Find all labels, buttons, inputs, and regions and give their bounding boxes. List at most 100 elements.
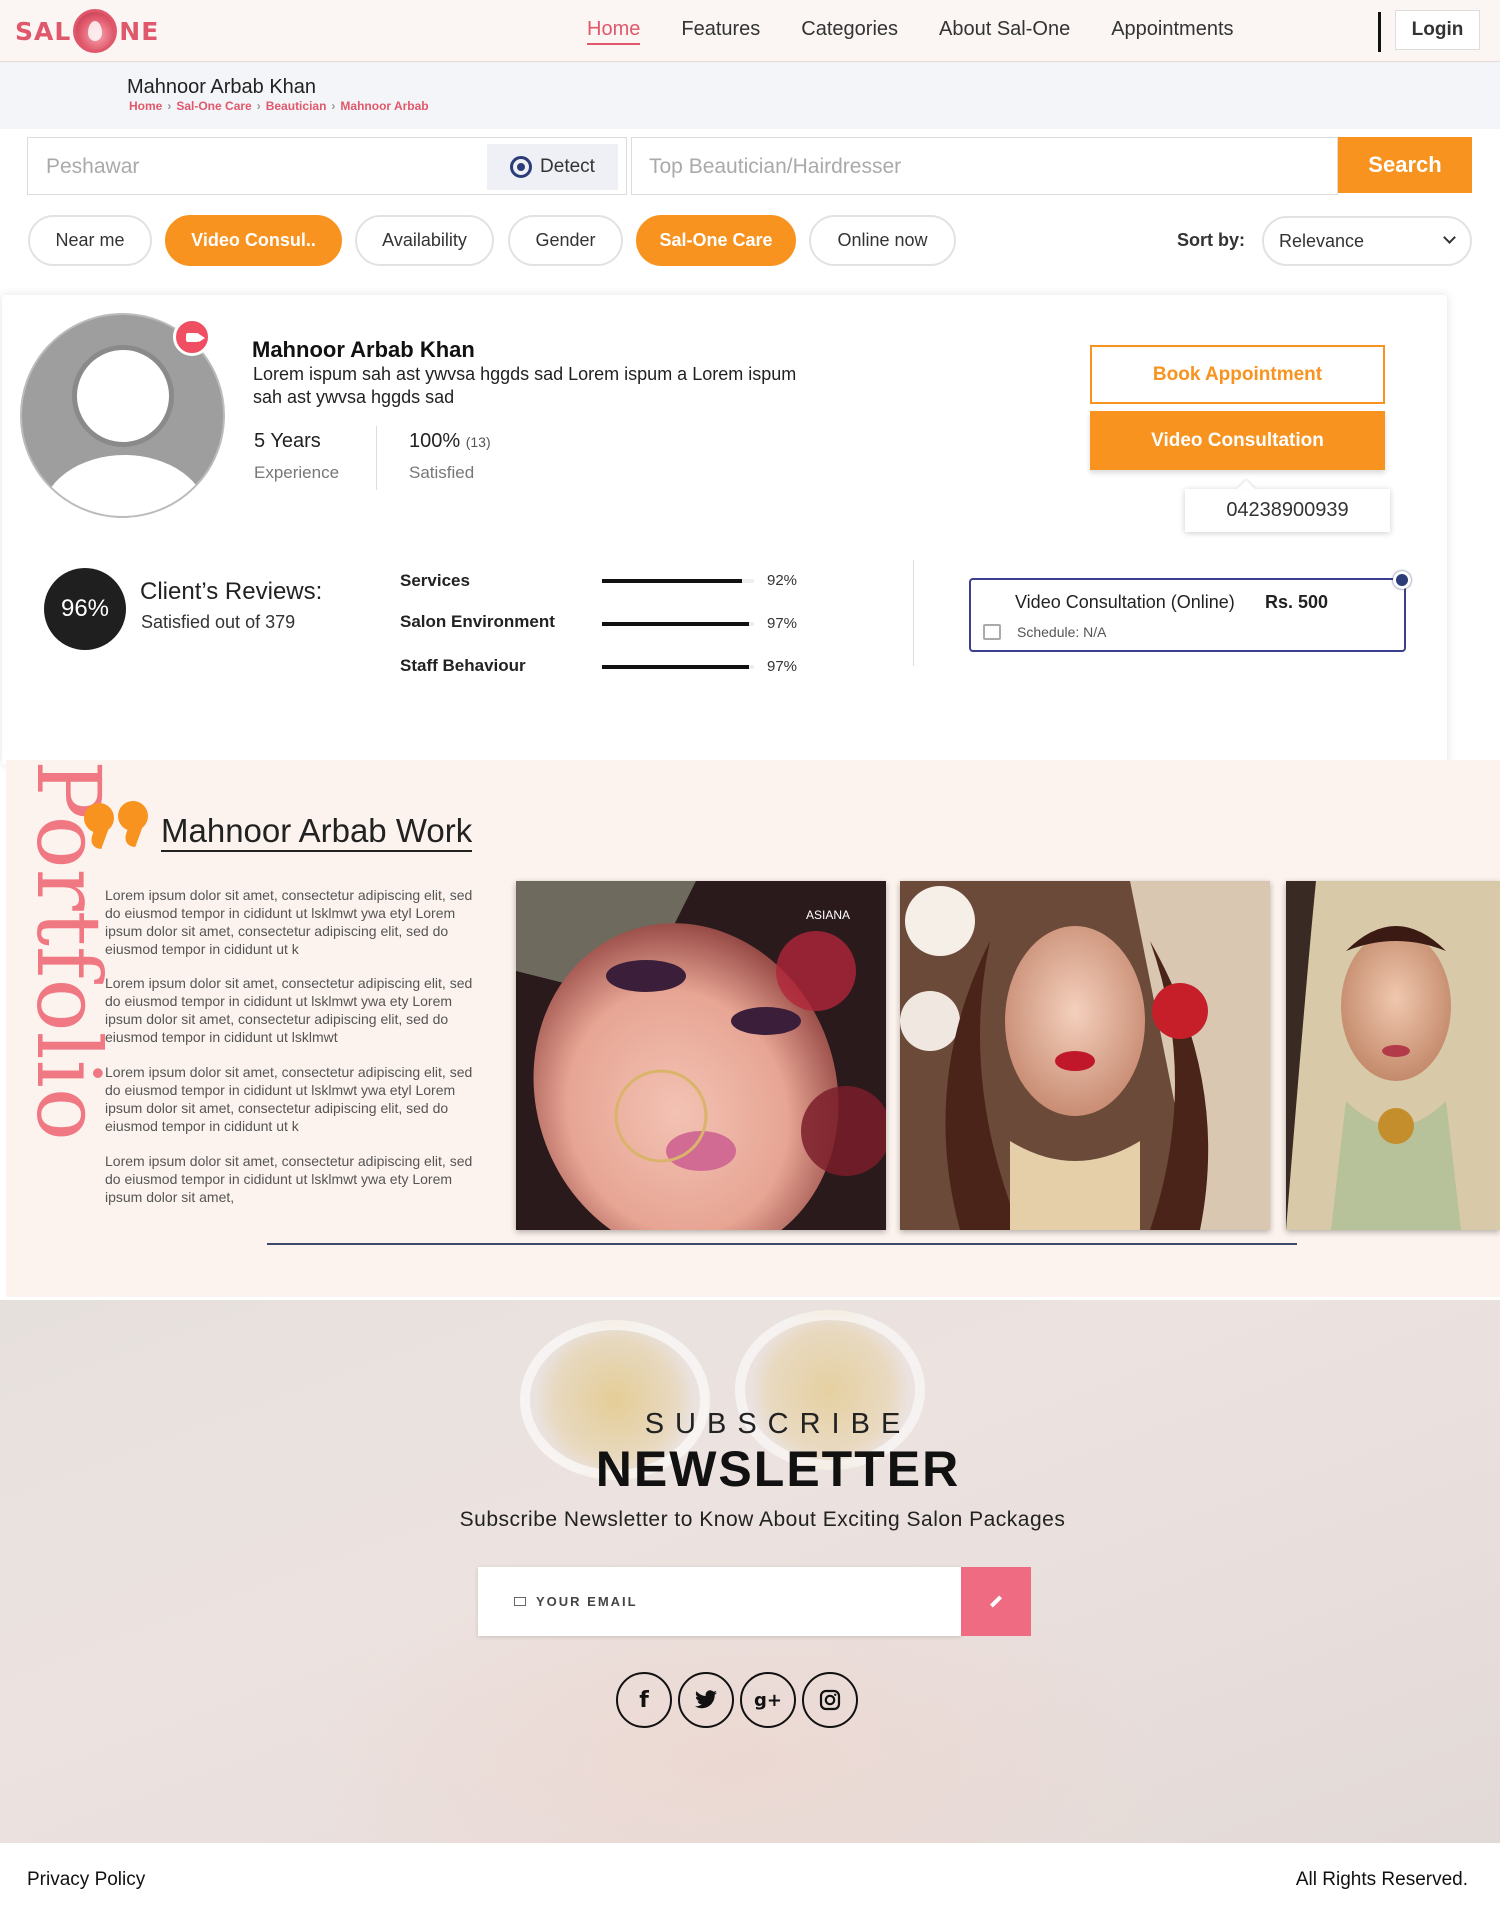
stat-divider [376,426,377,490]
newsletter-description: Subscribe Newsletter to Know About Excit… [459,1508,1066,1531]
breadcrumb-salone-care[interactable]: Sal-One Care [176,99,251,113]
google-plus-icon[interactable]: g+ [740,1672,796,1728]
portfolio-photo-3[interactable] [1286,881,1500,1230]
logo-text-left: SAL [15,16,72,46]
pencil-icon [989,1595,1003,1608]
nav-links: Home Features Categories About Sal-One A… [587,18,1275,45]
facebook-icon[interactable]: f [616,1672,672,1728]
detect-label: Detect [540,156,595,177]
chip-online-now[interactable]: Online now [809,215,956,266]
twitter-icon[interactable] [678,1672,734,1728]
nav-features[interactable]: Features [681,18,760,45]
chip-availability[interactable]: Availability [355,215,494,266]
search-button[interactable]: Search [1338,137,1472,193]
review-percent-badge: 96% [44,568,126,650]
newsletter-title: NEWSLETTER [595,1441,961,1497]
portfolio-title: Mahnoor Arbab Work [161,812,473,852]
nav-about[interactable]: About Sal-One [939,18,1070,45]
satisfied-label: Satisfied [409,463,475,482]
location-input[interactable]: Peshawar [46,155,139,179]
chevron-down-icon [1443,231,1456,244]
bar-percent-staff-behaviour: 97% [767,658,798,675]
subscribe-button[interactable] [961,1567,1031,1636]
sort-value: Relevance [1279,230,1365,251]
video-consultation-button[interactable]: Video Consultation [1090,411,1385,470]
portfolio-paragraph: Lorem ipsum dolor sit amet, consectetur … [105,1153,473,1205]
login-button[interactable]: Login [1395,10,1480,50]
portfolio-paragraph: Lorem ipsum dolor sit amet, consectetur … [105,975,473,1045]
sort-dropdown[interactable]: Relevance [1262,216,1472,266]
bar-label-staff-behaviour: Staff Behaviour [400,656,526,675]
portfolio-paragraph: Lorem ipsum dolor sit amet, consectetur … [105,1064,473,1134]
consultation-title: Video Consultation (Online) [1015,592,1235,612]
privacy-policy-link[interactable]: Privacy Policy [27,1869,145,1891]
service-field[interactable]: Top Beautician/Hairdresser [631,137,1338,195]
logo-text-right: NE [119,16,160,46]
chip-near-me[interactable]: Near me [28,215,152,266]
breadcrumb: Home › Sal-One Care › Beautician › Mahnoor … [129,99,429,113]
bar-percent-salon-environment: 97% [767,615,798,632]
nav-divider [1378,12,1381,52]
experience-label: Experience [254,463,340,482]
portfolio-photo-2[interactable] [900,881,1270,1230]
bar-staff-behaviour [602,665,754,669]
envelope-icon [514,1597,526,1606]
instagram-icon[interactable] [802,1672,858,1728]
reviews-title: Client’s Reviews: [140,578,323,605]
logo-drop-icon [73,9,118,53]
portfolio-divider [267,1243,1297,1245]
newsletter-subscribe-label: SUBSCRIBE [644,1408,912,1440]
bar-fill [602,579,742,583]
location-field[interactable]: Peshawar Detect [27,137,627,195]
email-input[interactable]: YOUR EMAIL [478,1567,961,1636]
video-status-icon [1393,571,1411,589]
video-camera-icon [173,318,211,356]
social-links: f g+ [616,1672,864,1728]
search-bar: Peshawar Detect Top Beautician/Hairdress… [27,137,1472,195]
bar-fill [602,622,750,626]
experience-value: 5 Years [254,430,321,452]
location-target-icon [510,156,533,178]
bar-fill [602,665,750,669]
nav-home[interactable]: Home [587,18,641,45]
breadcrumb-home[interactable]: Home [129,99,162,113]
salone-logo[interactable]: SAL NE [15,8,159,54]
top-navbar: SAL NE Home Features Categories About Sa… [0,0,1500,62]
sort-label: Sort by: [1177,230,1246,250]
detect-button[interactable]: Detect [487,144,618,190]
bar-label-salon-environment: Salon Environment [400,612,555,631]
bar-salon-environment [602,622,754,626]
breadcrumb-beautician[interactable]: Beautician [266,99,327,113]
consultation-schedule: Schedule: N/A [1017,624,1107,640]
footer [0,1843,1500,1913]
portfolio-paragraph: Lorem ipsum dolor sit amet, consectetur … [105,887,473,957]
satisfied-percent: 100% [409,430,461,452]
book-appointment-button[interactable]: Book Appointment [1090,345,1385,404]
portfolio-photo-1[interactable]: ASIANA [516,881,886,1230]
page: SAL NE Home Features Categories About Sa… [0,0,1500,1913]
calendar-icon [983,624,1001,640]
email-placeholder: YOUR EMAIL [536,1594,638,1609]
nav-categories[interactable]: Categories [801,18,898,45]
quote-icon [82,801,152,856]
profile-name: Mahnoor Arbab Khan [252,337,475,362]
phone-popover: 04238900939 [1185,489,1390,532]
satisfied-value: 100% (13) [409,430,491,453]
bar-label-services: Services [400,571,470,590]
breadcrumb-current: Mahnoor Arbab [340,99,429,113]
reviews-subtitle: Satisfied out of 379 [141,612,296,632]
nav-appointments[interactable]: Appointments [1111,18,1233,45]
chip-video-consultation[interactable]: Video Consul.. [165,215,342,266]
satisfied-count: (13) [465,434,491,450]
chip-salone-care[interactable]: Sal-One Care [636,215,796,266]
copyright-text: All Rights Reserved. [1295,1869,1468,1890]
consultation-price: Rs. 500 [1265,592,1329,612]
profile-description: Lorem ispum sah ast ywvsa hggds sad Lore… [253,364,797,407]
page-title: Mahnoor Arbab Khan [127,76,317,98]
bar-services [602,579,754,583]
consultation-card[interactable]: Video Consultation (Online) Rs. 500 Sche… [969,578,1406,652]
photo-watermark: ASIANA [806,908,850,922]
chip-gender[interactable]: Gender [508,215,623,266]
bar-percent-services: 92% [767,572,798,589]
service-input[interactable]: Top Beautician/Hairdresser [649,155,901,179]
